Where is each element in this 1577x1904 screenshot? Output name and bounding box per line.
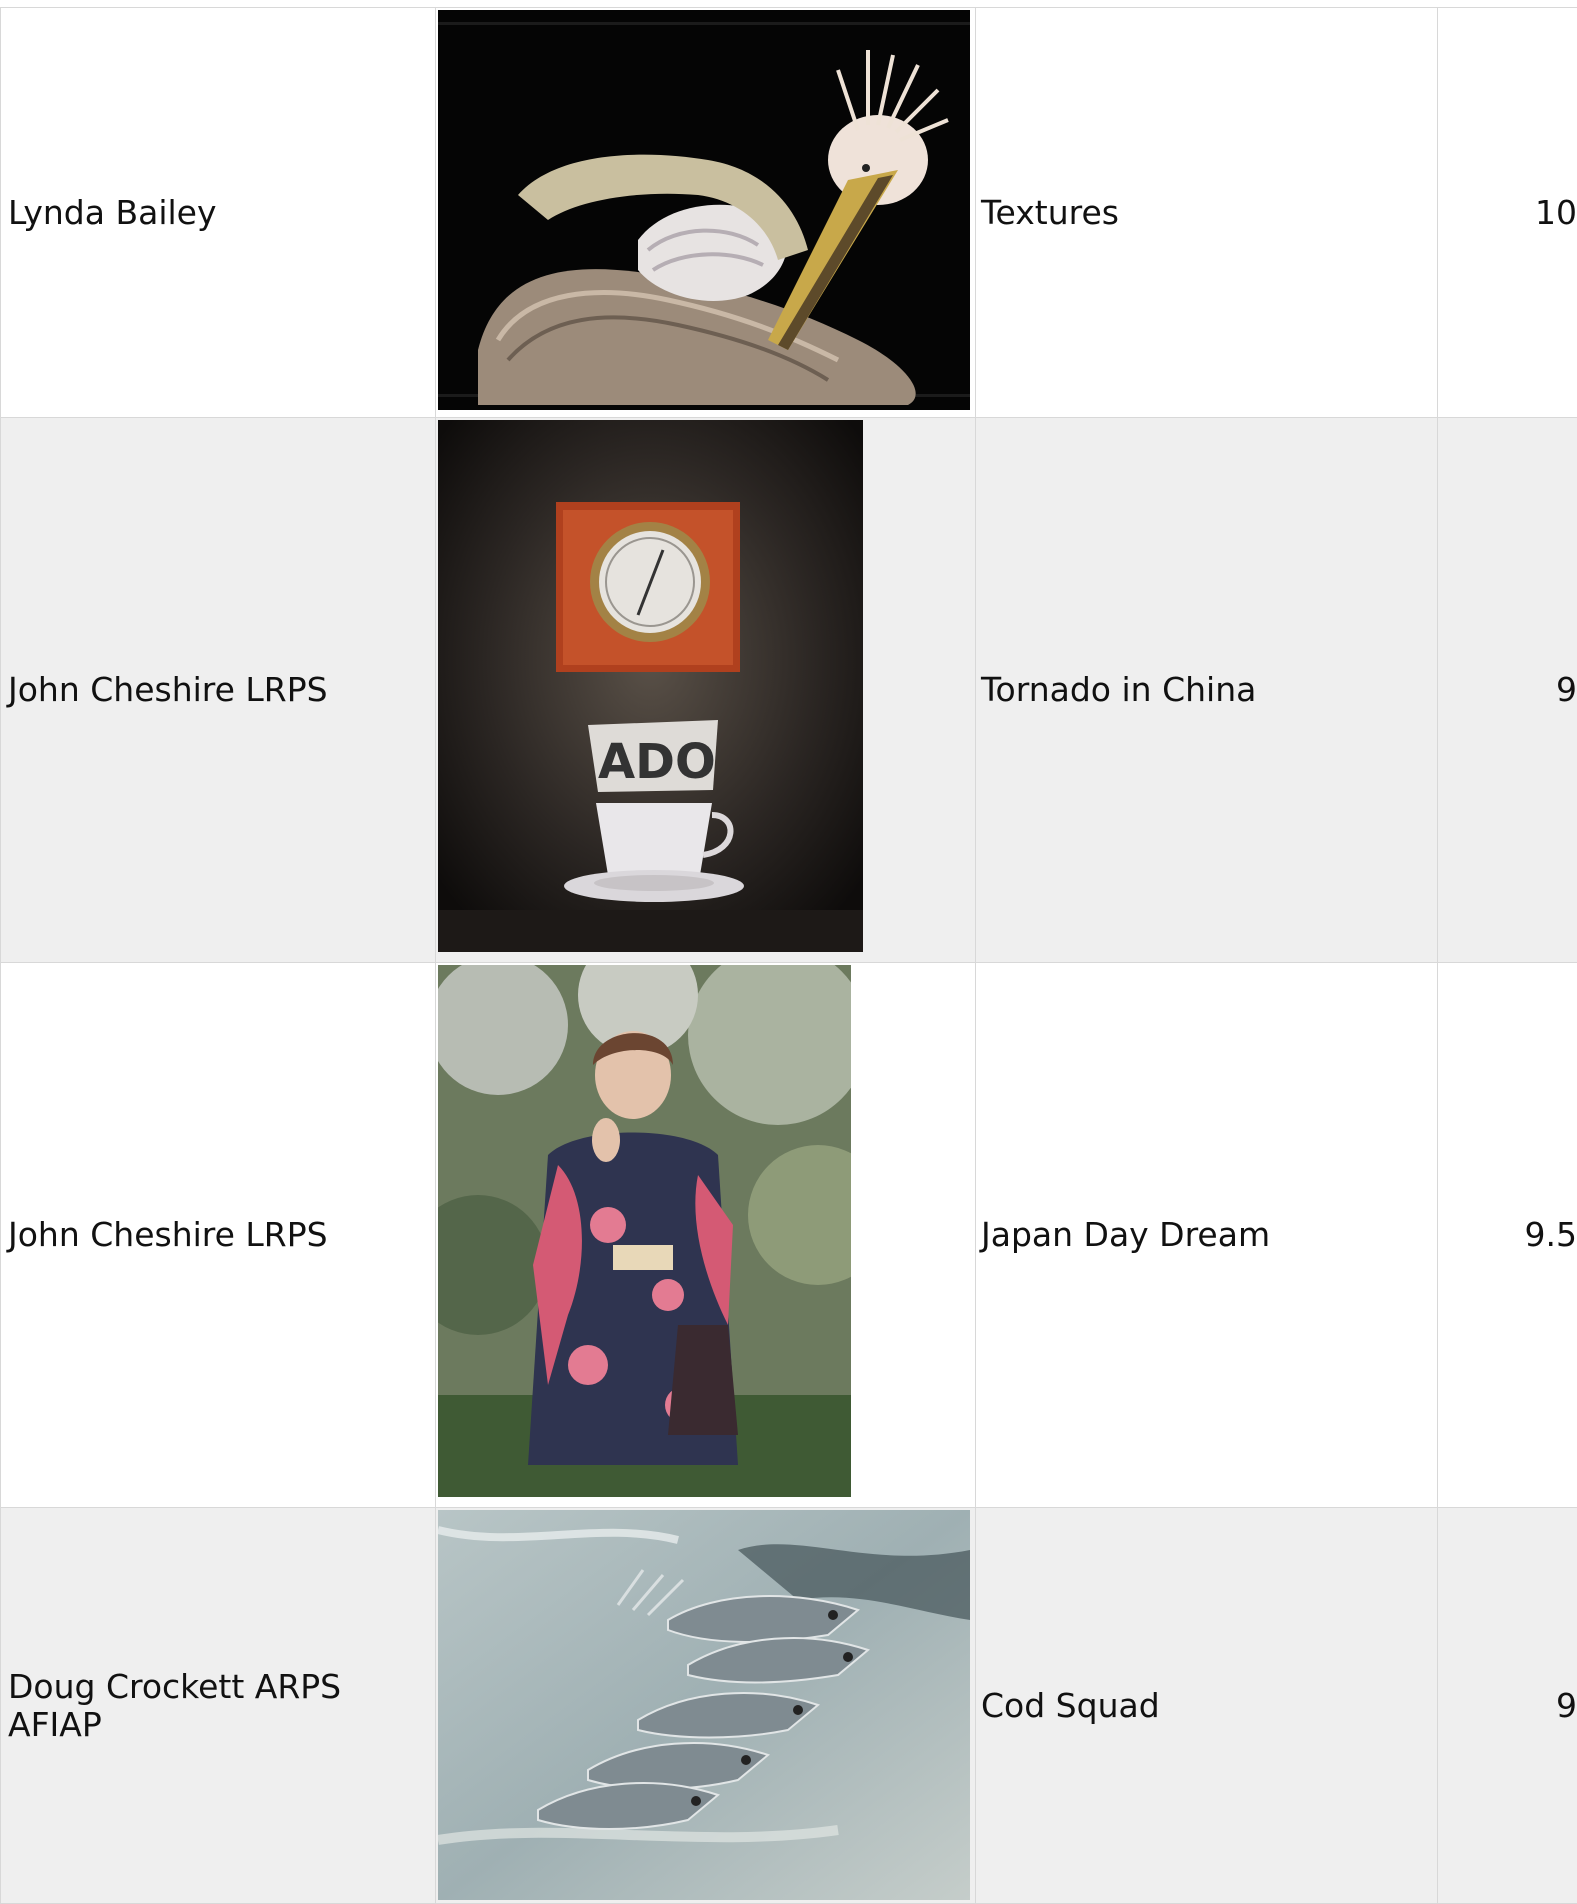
results-table: Lynda Bailey (0, 7, 1577, 1904)
title-cell: Japan Day Dream (976, 963, 1438, 1508)
table-row: John Cheshire LRPS (1, 418, 1577, 963)
author-cell: Lynda Bailey (1, 8, 436, 418)
image-cell (436, 8, 976, 418)
kimono-woman-photo[interactable] (438, 965, 851, 1497)
pelican-photo[interactable] (438, 10, 970, 410)
author-cell: John Cheshire LRPS (1, 963, 436, 1508)
author-cell: John Cheshire LRPS (1, 418, 436, 963)
image-cell (436, 1508, 976, 1904)
score-cell: 9.5 (1438, 963, 1577, 1508)
score-cell: 9 (1438, 1508, 1577, 1904)
score-cell: 9 (1438, 418, 1577, 963)
author-cell: Doug Crockett ARPS AFIAP (1, 1508, 436, 1904)
title-cell: Cod Squad (976, 1508, 1438, 1904)
table-row: Lynda Bailey (1, 8, 1577, 418)
title-cell: Textures (976, 8, 1438, 418)
fish-photo[interactable] (438, 1510, 970, 1900)
title-cell: Tornado in China (976, 418, 1438, 963)
ado-sign-text: ADO (598, 734, 716, 790)
barometer-teacup-photo[interactable]: ADO (438, 420, 863, 952)
image-cell: ADO (436, 418, 976, 963)
table-row: Doug Crockett ARPS AFIAP (1, 1508, 1577, 1904)
score-cell: 10 (1438, 8, 1577, 418)
image-cell (436, 963, 976, 1508)
table-row: John Cheshire LRPS (1, 963, 1577, 1508)
